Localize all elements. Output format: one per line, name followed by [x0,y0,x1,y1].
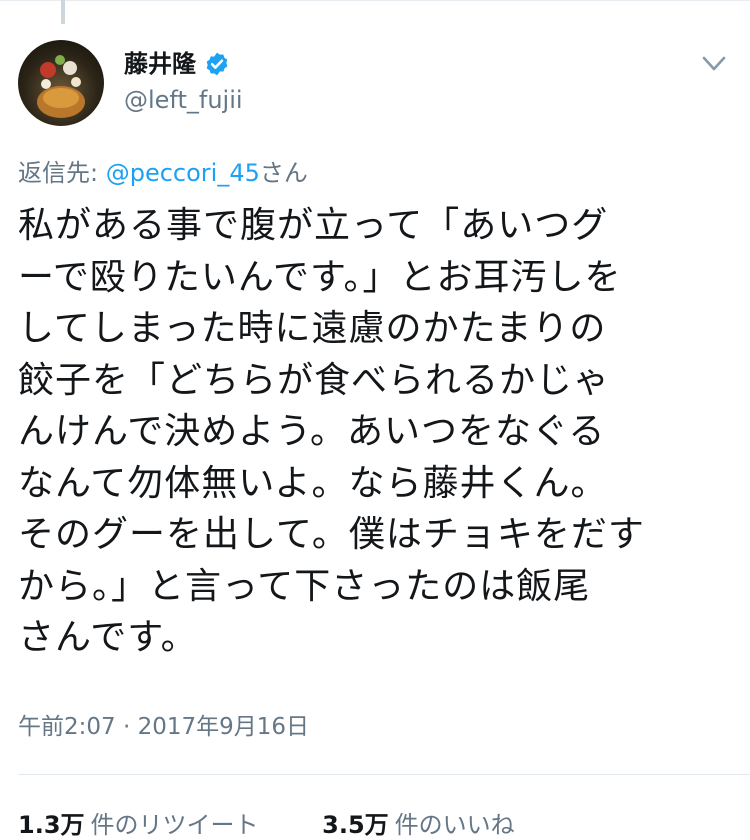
reply-suffix: さん [259,159,308,187]
retweets-stat[interactable]: 1.3万 件のリツイート [18,810,259,840]
verified-badge-icon [206,52,228,76]
tweet-text: 私がある事で腹が立って「あいつグ ーで殴りたいんです。」とお耳汚しを してしまっ… [18,200,738,664]
tweet-timestamp[interactable]: 午前2:07 · 2017年9月16日 [18,712,309,742]
tweet-line: してしまった時に遠慮のかたまりの [18,308,607,349]
likes-stat[interactable]: 3.5万 件のいいね [322,810,515,840]
thread-connector-line [61,0,65,24]
tweet-line: 餃子を「どちらが食べられるかじゃ [18,359,611,401]
divider [18,774,750,775]
display-name[interactable]: 藤井隆 [124,50,196,78]
avatar[interactable] [18,40,104,126]
retweets-label: 件のリツイート [90,811,259,839]
reply-to-context: 返信先: @peccori_45さん [18,158,308,188]
chevron-down-icon[interactable] [696,50,732,78]
likes-label: 件のいいね [394,811,515,839]
top-divider [0,0,750,1]
tweet-line: んけんで決めよう。あいつをなぐる [18,411,606,452]
likes-count: 3.5万 [322,811,389,839]
tweet-line: から。」と言って下さったのは飯尾 [18,565,591,607]
tweet-line: そのグーを出して。僕はチョキをだす [18,514,645,555]
tweet-line: ーで殴りたいんです。」とお耳汚しを [18,256,622,298]
tweet-line: なんて勿体無いよ。なら藤井くん。 [18,462,608,504]
tweet-line: さんです。 [18,617,198,658]
engagement-stats: 1.3万 件のリツイート 3.5万 件のいいね [18,810,515,840]
profile-photo-icon [37,55,85,118]
reply-mention-link[interactable]: @peccori_45 [106,159,260,187]
user-handle[interactable]: @left_fujii [124,86,243,114]
retweets-count: 1.3万 [18,811,85,839]
tweet-line: 私がある事で腹が立って「あいつグ [18,205,609,246]
user-name-row: 藤井隆 [124,50,230,78]
reply-prefix: 返信先: [18,159,106,187]
